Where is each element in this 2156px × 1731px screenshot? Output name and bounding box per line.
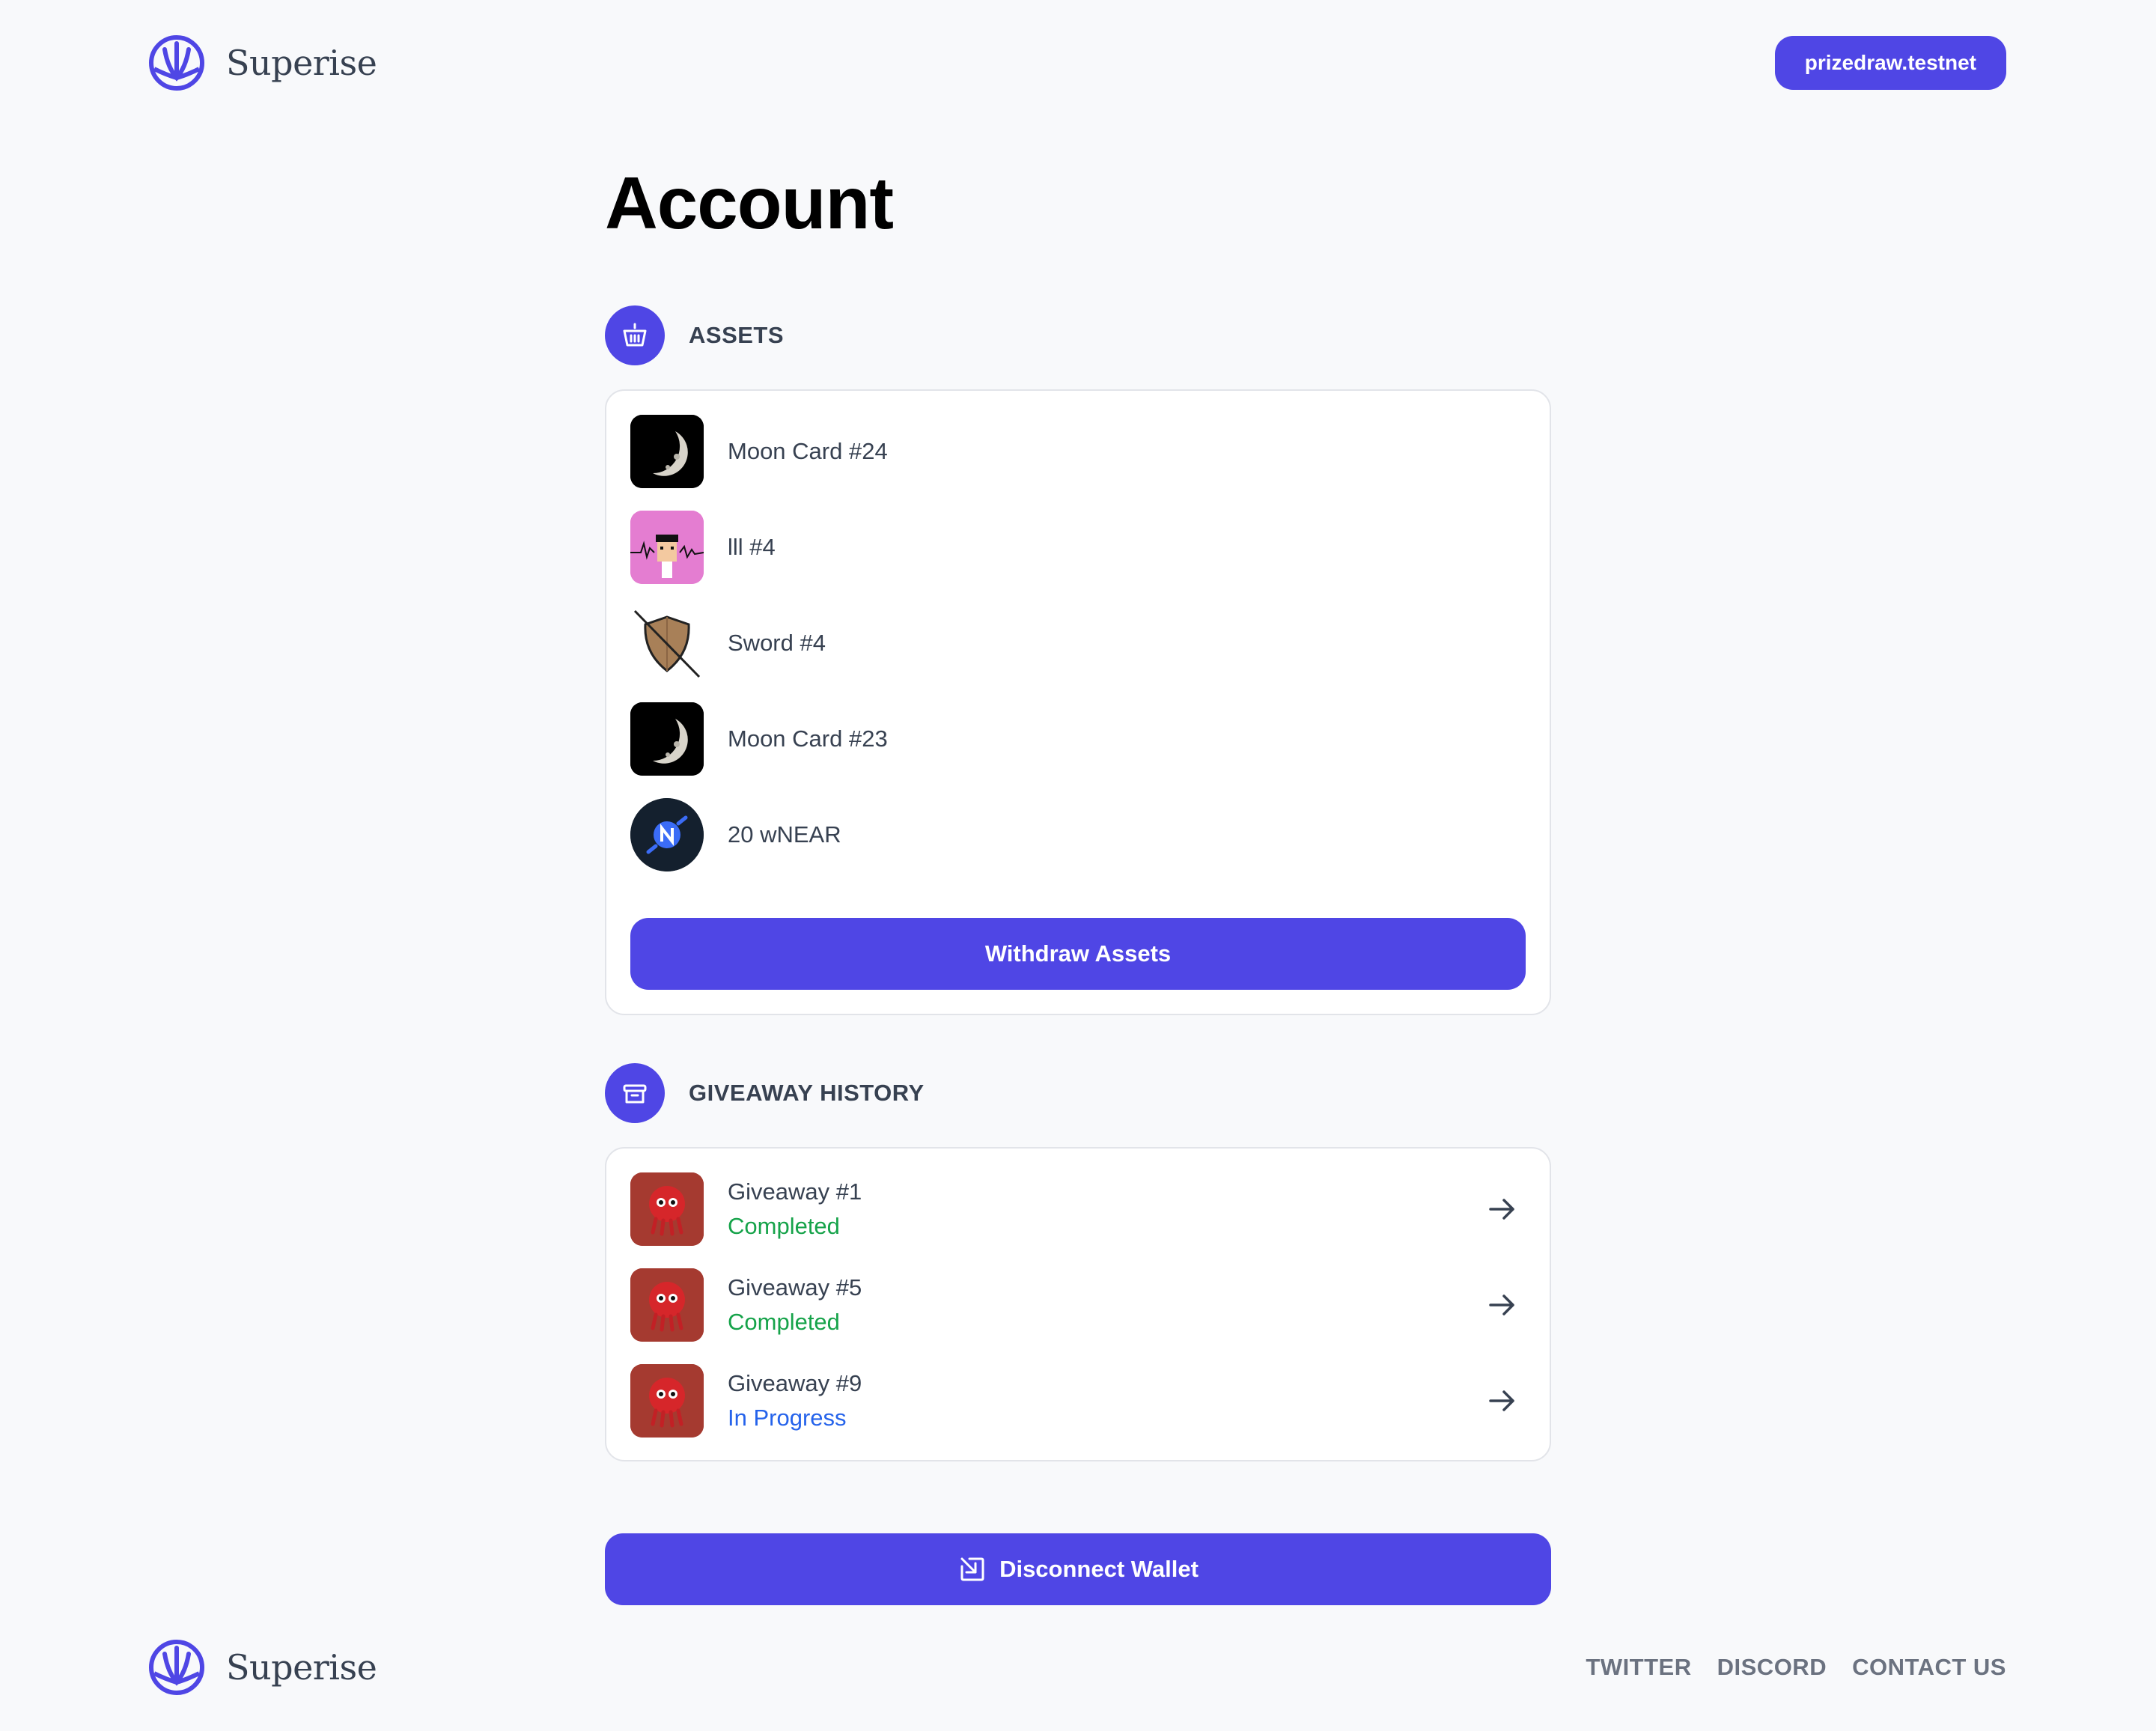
giveaway-row[interactable]: Giveaway #9 In Progress [630,1364,1526,1438]
asset-label: 20 wNEAR [728,821,841,848]
giveaway-thumbnail [630,1172,704,1246]
giveaway-thumbnail [630,1364,704,1438]
asset-label: Moon Card #23 [728,725,888,752]
giveaway-row[interactable]: Giveaway #1 Completed [630,1172,1526,1246]
asset-label: Moon Card #24 [728,438,888,464]
giveaway-status: Completed [728,1213,840,1239]
giveaway-thumbnail [630,1268,704,1342]
giveaway-title: Giveaway #5 [728,1274,862,1300]
giveaway-title: Giveaway #9 [728,1370,862,1396]
arrow-right-icon[interactable] [1484,1190,1521,1228]
assets-section-header: ASSETS [605,305,784,365]
top-header: Superise prizedraw.testnet [0,0,2156,127]
wallet-account-button[interactable]: prizedraw.testnet [1774,36,2006,90]
main-content: Account ASSETS Moon Card #24 lll #4 Swor… [605,150,1551,1605]
disconnect-wallet-button[interactable]: Disconnect Wallet [605,1533,1551,1605]
brand-logo-link[interactable]: Superise [148,34,377,91]
giveaway-title: Giveaway #1 [728,1178,862,1205]
history-card: Giveaway #1 Completed Giveaway #5 Comple… [605,1147,1551,1461]
superise-logo-icon [149,1640,204,1695]
asset-row: Moon Card #23 [630,702,1526,776]
asset-row: lll #4 [630,511,1526,584]
basket-icon [605,305,665,365]
giveaway-text: Giveaway #5 Completed [728,1274,862,1336]
asset-label: lll #4 [728,534,776,560]
history-heading: GIVEAWAY HISTORY [689,1080,925,1106]
footer-link-discord[interactable]: DISCORD [1717,1654,1827,1681]
disconnect-icon [960,1557,984,1581]
arrow-right-icon[interactable] [1484,1382,1521,1420]
giveaway-status: Completed [728,1309,840,1335]
giveaway-status: In Progress [728,1405,847,1431]
superise-logo-icon [149,35,204,91]
pixel-avatar-thumbnail [630,511,704,584]
moon-card-thumbnail [630,415,704,488]
asset-label: Sword #4 [728,630,826,656]
disconnect-wallet-label: Disconnect Wallet [999,1556,1199,1582]
asset-row: 20 wNEAR [630,798,1526,871]
assets-heading: ASSETS [689,322,785,348]
moon-card-thumbnail [630,702,704,776]
asset-row: Moon Card #24 [630,415,1526,488]
wnear-token-icon [630,798,704,871]
giveaway-text: Giveaway #1 Completed [728,1178,862,1240]
giveaway-text: Giveaway #9 In Progress [728,1370,862,1432]
history-section-header: GIVEAWAY HISTORY [605,1063,925,1123]
footer-links: TWITTER DISCORD CONTACT US [1586,1654,2006,1681]
shield-thumbnail [630,606,704,680]
page-title: Account [605,162,894,244]
account-page: Superise prizedraw.testnet Account ASSET… [0,0,2156,1731]
giveaway-row[interactable]: Giveaway #5 Completed [630,1268,1526,1342]
arrow-right-icon[interactable] [1484,1286,1521,1324]
brand-name: Superise [226,43,377,83]
withdraw-assets-button[interactable]: Withdraw Assets [630,918,1526,990]
footer-brand-link[interactable]: Superise [148,1639,377,1696]
footer-link-contact[interactable]: CONTACT US [1852,1654,2006,1681]
footer-brand-name: Superise [226,1647,377,1688]
assets-card: Moon Card #24 lll #4 Sword #4 Moon Card … [605,389,1551,1015]
asset-row: Sword #4 [630,606,1526,680]
footer-link-twitter[interactable]: TWITTER [1586,1654,1691,1681]
gift-box-icon [605,1063,665,1123]
